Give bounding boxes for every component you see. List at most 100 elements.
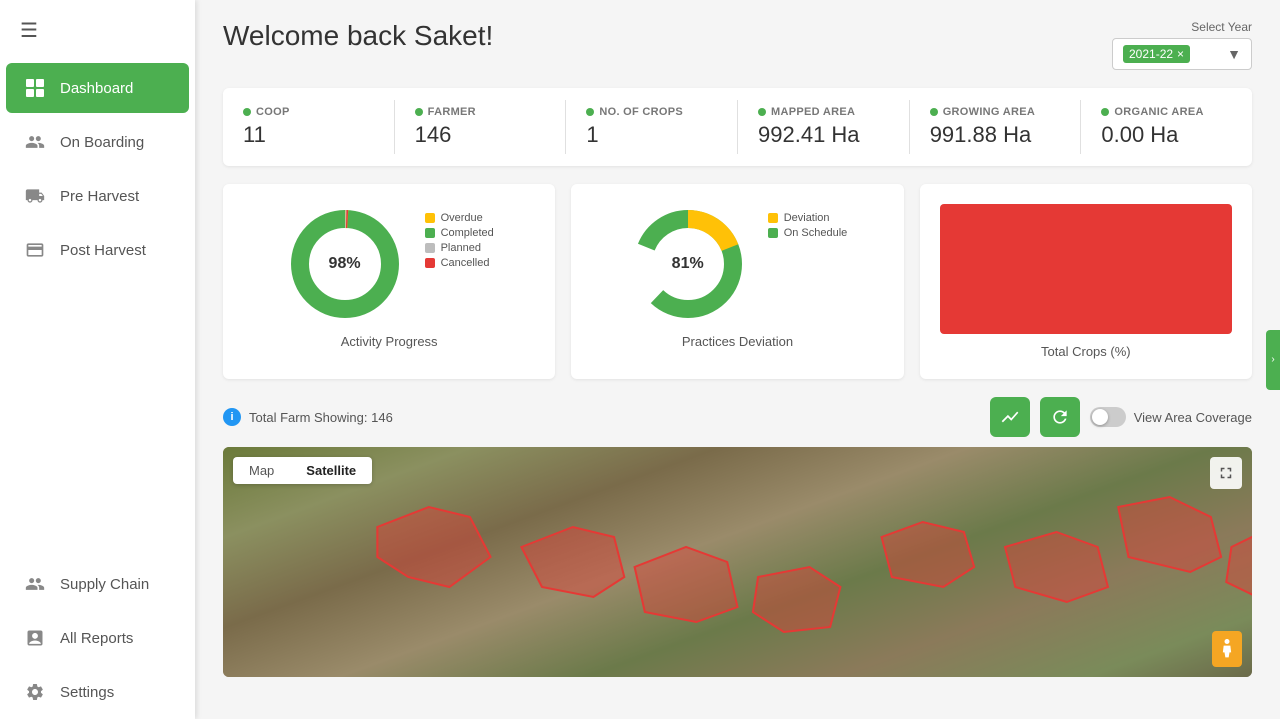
legend-cancelled: Cancelled — [425, 257, 494, 269]
sidebar-item-label: Settings — [60, 684, 114, 701]
area-coverage-label: View Area Coverage — [1134, 410, 1252, 425]
legend-planned: Planned — [425, 242, 494, 254]
activity-progress-card: 98% Overdue Completed Planned — [223, 184, 555, 379]
cancelled-color — [425, 258, 435, 268]
map-areas-svg — [223, 447, 1252, 677]
total-farm-info: i Total Farm Showing: 146 — [223, 408, 393, 426]
map-fullscreen-button[interactable] — [1210, 457, 1242, 489]
map-controls: View Area Coverage — [990, 397, 1252, 437]
legend-overdue: Overdue — [425, 212, 494, 224]
stat-label-growing_area: GROWING AREA — [930, 106, 1061, 118]
stat-label-coop: COOP — [243, 106, 374, 118]
stat-dot-growing_area — [930, 108, 938, 116]
settings-icon — [24, 681, 46, 703]
total-crops-card: Total Crops (%) — [920, 184, 1252, 379]
activity-center-label: 98% — [329, 255, 361, 273]
map-container: Map Satellite — [223, 447, 1252, 677]
total-farm-label: Total Farm Showing: 146 — [249, 410, 393, 425]
activity-donut: 98% — [285, 204, 405, 324]
legend-completed: Completed — [425, 227, 494, 239]
map-tabs: Map Satellite — [233, 457, 372, 484]
stats-bar: COOP 11 FARMER 146 NO. OF CROPS 1 MAPPED… — [223, 88, 1252, 166]
total-crops-title: Total Crops (%) — [1041, 344, 1131, 359]
on-schedule-color — [768, 228, 778, 238]
legend-deviation: Deviation — [768, 212, 848, 224]
sidebar-item-label: On Boarding — [60, 134, 144, 151]
map-header: i Total Farm Showing: 146 View Area Cove… — [223, 397, 1252, 437]
sidebar-item-settings[interactable]: Settings — [6, 667, 189, 717]
practices-legend: Deviation On Schedule — [768, 212, 848, 239]
stat-dot-coop — [243, 108, 251, 116]
stat-dot-crops — [586, 108, 594, 116]
allreports-icon — [24, 627, 46, 649]
sidebar-item-label: Post Harvest — [60, 242, 146, 259]
stat-dot-organic_area — [1101, 108, 1109, 116]
main-content: Welcome back Saket! Select Year 2021-22 … — [195, 0, 1280, 719]
welcome-title: Welcome back Saket! — [223, 20, 493, 52]
sidebar-item-allreports[interactable]: All Reports — [6, 613, 189, 663]
stat-label-farmer: FARMER — [415, 106, 546, 118]
sidebar-item-dashboard[interactable]: Dashboard — [6, 63, 189, 113]
right-panel-toggle[interactable]: › — [1266, 330, 1280, 390]
onboarding-icon — [24, 131, 46, 153]
overdue-color — [425, 213, 435, 223]
activity-title: Activity Progress — [341, 334, 438, 349]
trend-button[interactable] — [990, 397, 1030, 437]
stat-label-organic_area: ORGANIC AREA — [1101, 106, 1232, 118]
sidebar-item-label: Pre Harvest — [60, 188, 139, 205]
year-selector: Select Year 2021-22 × ▼ — [1112, 20, 1252, 70]
sidebar: ☰ Dashboard On Boarding Pre Harvest — [0, 0, 195, 719]
legend-on-schedule: On Schedule — [768, 227, 848, 239]
year-tag-close[interactable]: × — [1177, 47, 1184, 61]
year-select-label: Select Year — [1191, 20, 1252, 34]
stat-label-crops: NO. OF CROPS — [586, 106, 717, 118]
chart-inner: 98% Overdue Completed Planned — [243, 204, 535, 324]
stat-dot-farmer — [415, 108, 423, 116]
stat-item-mapped_area: MAPPED AREA 992.41 Ha — [738, 100, 910, 154]
hamburger-menu[interactable]: ☰ — [0, 0, 195, 61]
practices-donut: 81% — [628, 204, 748, 324]
stat-label-mapped_area: MAPPED AREA — [758, 106, 889, 118]
sidebar-item-postharvest[interactable]: Post Harvest — [6, 225, 189, 275]
header-row: Welcome back Saket! Select Year 2021-22 … — [223, 20, 1252, 70]
year-dropdown-arrow: ▼ — [1227, 46, 1241, 62]
area-coverage-toggle-switch[interactable] — [1090, 407, 1126, 427]
preharvest-icon — [24, 185, 46, 207]
practices-center-label: 81% — [672, 255, 704, 273]
postharvest-icon — [24, 239, 46, 261]
refresh-button[interactable] — [1040, 397, 1080, 437]
stat-value-farmer: 146 — [415, 122, 546, 148]
completed-color — [425, 228, 435, 238]
streetview-person[interactable] — [1212, 631, 1242, 667]
stat-item-organic_area: ORGANIC AREA 0.00 Ha — [1081, 100, 1252, 154]
stat-item-farmer: FARMER 146 — [395, 100, 567, 154]
sidebar-item-onboarding[interactable]: On Boarding — [6, 117, 189, 167]
sidebar-item-label: Dashboard — [60, 80, 133, 97]
map-tab-satellite[interactable]: Satellite — [290, 457, 372, 484]
total-crops-chart — [940, 204, 1232, 334]
toggle-knob — [1092, 409, 1108, 425]
stat-value-mapped_area: 992.41 Ha — [758, 122, 889, 148]
stat-value-coop: 11 — [243, 122, 374, 148]
stat-value-crops: 1 — [586, 122, 717, 148]
stat-dot-mapped_area — [758, 108, 766, 116]
stat-value-organic_area: 0.00 Ha — [1101, 122, 1232, 148]
stat-item-coop: COOP 11 — [223, 100, 395, 154]
map-tab-map[interactable]: Map — [233, 457, 290, 484]
info-icon: i — [223, 408, 241, 426]
supplychain-icon — [24, 573, 46, 595]
activity-legend: Overdue Completed Planned Cancelled — [425, 212, 494, 269]
practices-deviation-card: 81% Deviation On Schedule Practices Devi… — [571, 184, 903, 379]
practices-title: Practices Deviation — [682, 334, 793, 349]
stat-item-growing_area: GROWING AREA 991.88 Ha — [910, 100, 1082, 154]
dashboard-icon — [24, 77, 46, 99]
year-dropdown[interactable]: 2021-22 × ▼ — [1112, 38, 1252, 70]
sidebar-item-label: All Reports — [60, 630, 133, 647]
deviation-color — [768, 213, 778, 223]
chart-inner-2: 81% Deviation On Schedule — [591, 204, 883, 324]
stat-item-crops: NO. OF CROPS 1 — [566, 100, 738, 154]
satellite-map — [223, 447, 1252, 677]
sidebar-item-supplychain[interactable]: Supply Chain — [6, 559, 189, 609]
planned-color — [425, 243, 435, 253]
sidebar-item-preharvest[interactable]: Pre Harvest — [6, 171, 189, 221]
